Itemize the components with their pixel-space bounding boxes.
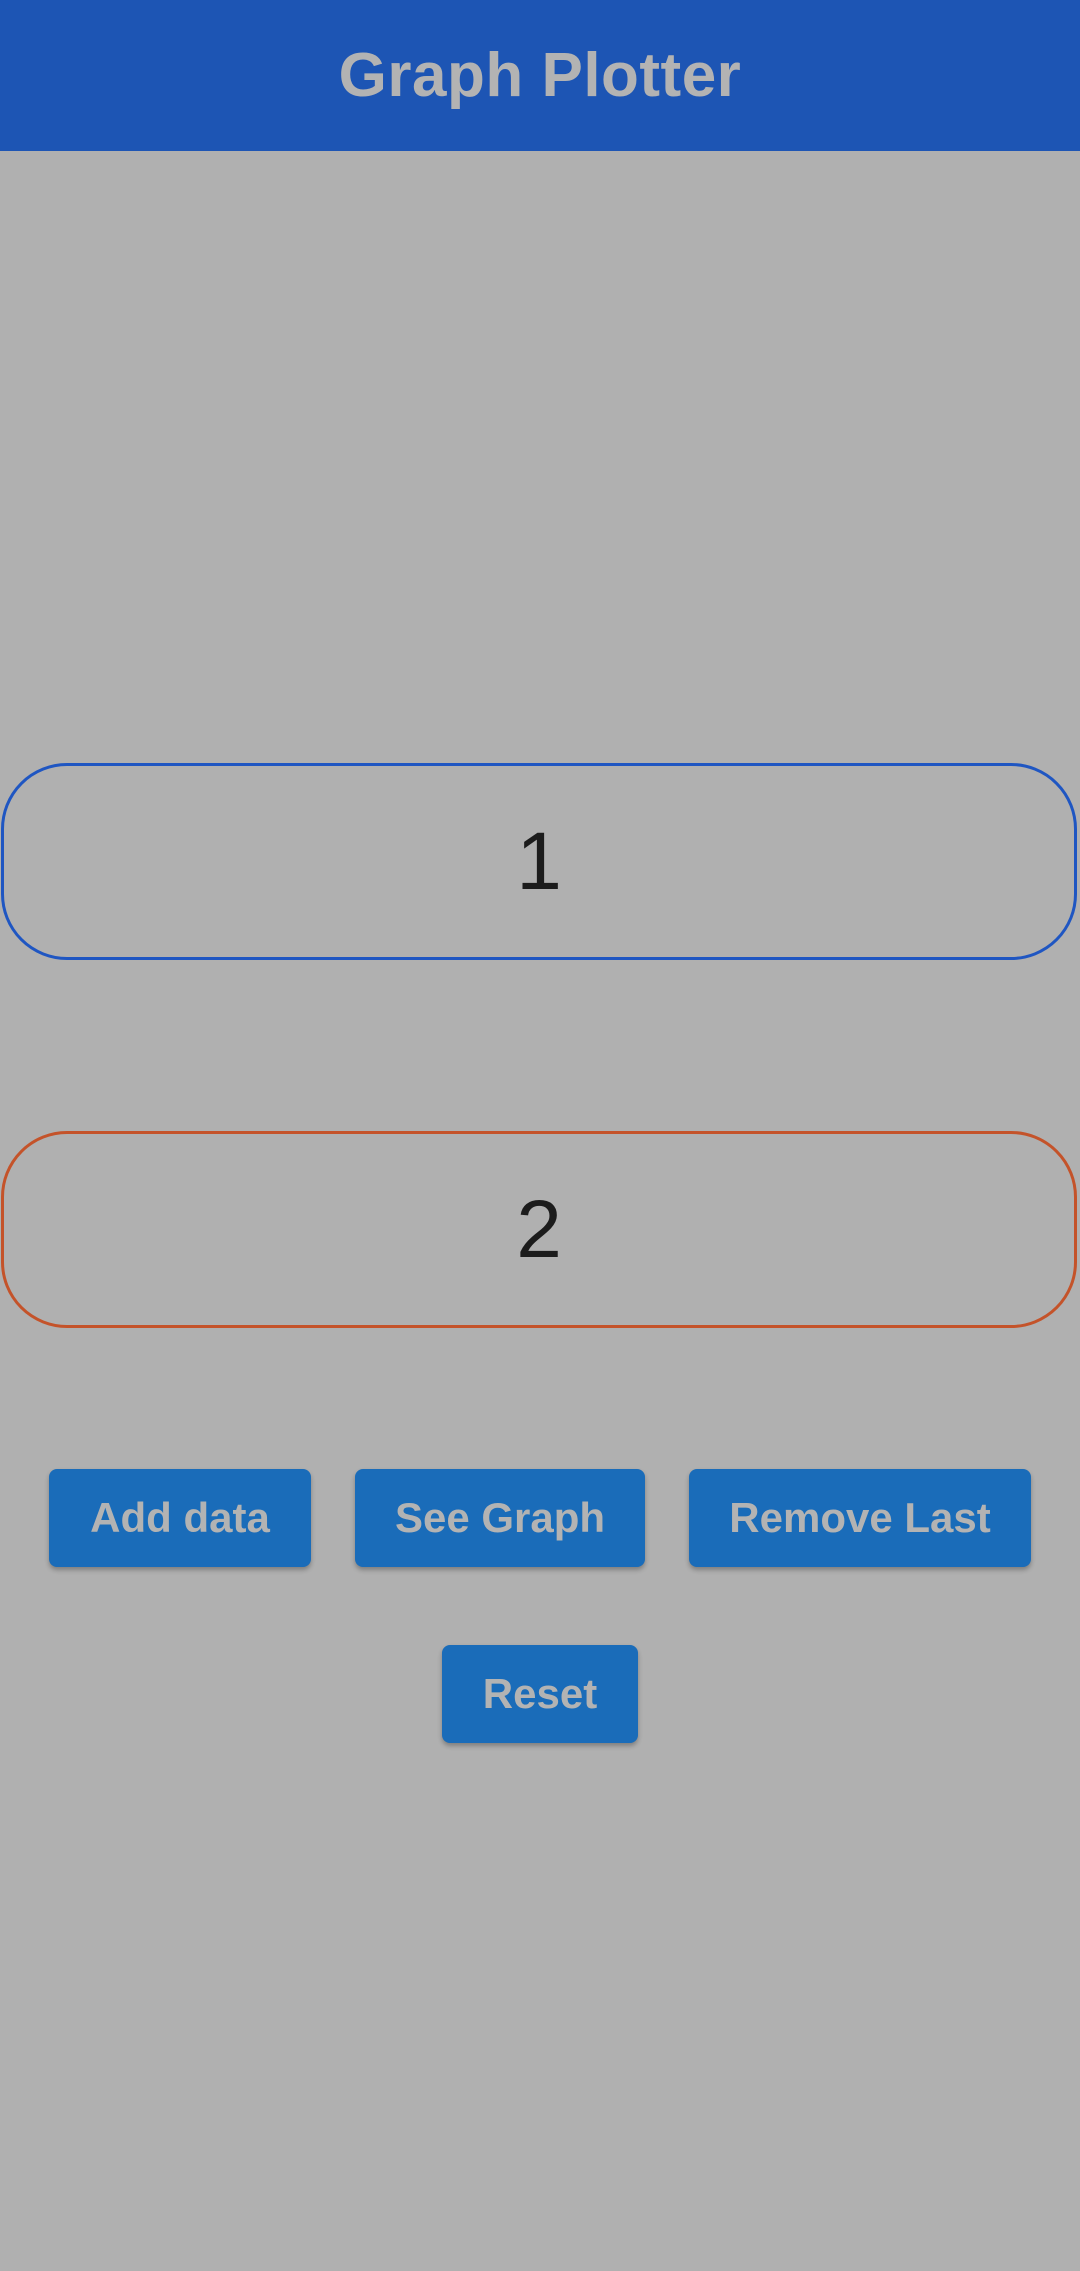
app-bar: Graph Plotter [0, 0, 1080, 151]
y-value-text: 2 [516, 1183, 562, 1275]
add-data-button[interactable]: Add data [49, 1469, 311, 1567]
x-value-text: 1 [516, 815, 562, 907]
see-graph-button[interactable]: See Graph [355, 1469, 645, 1567]
x-value-input[interactable]: 1 [1, 763, 1077, 960]
app-title: Graph Plotter [338, 41, 742, 110]
reset-button[interactable]: Reset [442, 1645, 638, 1743]
y-value-input[interactable]: 2 [1, 1131, 1077, 1328]
app-screen: Graph Plotter 1 2 Add data See Graph Rem… [0, 0, 1080, 2271]
remove-last-button[interactable]: Remove Last [689, 1469, 1031, 1567]
